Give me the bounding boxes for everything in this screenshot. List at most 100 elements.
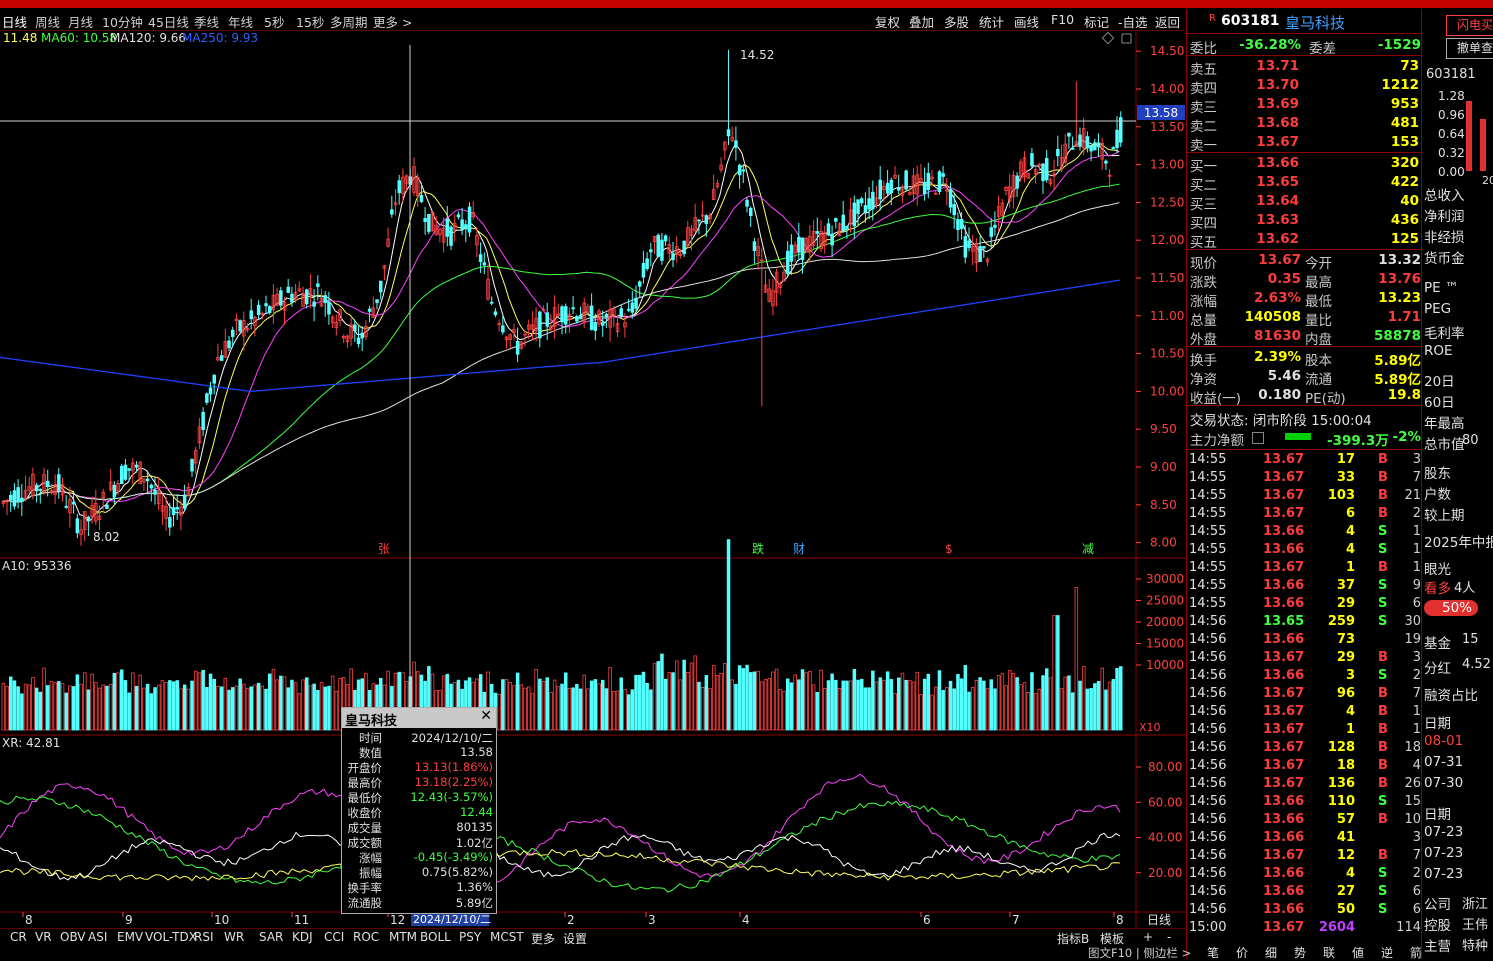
mark-button[interactable]: 标记 bbox=[1084, 12, 1109, 31]
stats-button[interactable]: 统计 bbox=[979, 12, 1004, 31]
bid-row: 买二 13.65 422 bbox=[1190, 173, 1421, 194]
indicator-control[interactable]: 指标B bbox=[1057, 930, 1089, 947]
order-pr: 13.62 bbox=[1256, 231, 1299, 247]
candle-body bbox=[482, 262, 487, 266]
tick-d: S bbox=[1378, 668, 1388, 683]
info-item: 毛利率 bbox=[1424, 326, 1465, 342]
event-tag[interactable]: 减 bbox=[1082, 542, 1094, 556]
volume-bar bbox=[882, 680, 886, 731]
indicator-tab[interactable]: SAR bbox=[259, 930, 283, 944]
event-tag[interactable]: 张 bbox=[378, 542, 390, 556]
event-tag[interactable]: 财 bbox=[793, 542, 805, 556]
stock-name[interactable]: 皇马科技 bbox=[1285, 12, 1345, 33]
draw-button[interactable]: 画线 bbox=[1014, 12, 1039, 31]
info-value: 4.52 bbox=[1462, 657, 1491, 672]
volume-bar bbox=[301, 679, 305, 731]
candle-body bbox=[545, 312, 550, 327]
tick-v: 33 bbox=[1336, 470, 1355, 485]
indicator-tab[interactable]: EMV bbox=[117, 930, 143, 944]
indicator-tab[interactable]: CCI bbox=[324, 930, 344, 944]
order-lb: 买三 bbox=[1190, 197, 1217, 213]
indicator-tab[interactable]: 更多 bbox=[531, 930, 555, 947]
indicator-tab[interactable]: OBV bbox=[60, 930, 86, 944]
stat-v2: 5.89亿 bbox=[1374, 353, 1421, 369]
high-annotation: 14.52 bbox=[740, 48, 774, 62]
volume-bar bbox=[697, 681, 701, 731]
indicator-tab[interactable]: CR bbox=[10, 930, 27, 944]
tick-n: 2 bbox=[1412, 668, 1421, 683]
multi-stock-button[interactable]: 多股 bbox=[944, 12, 969, 31]
volume-bar bbox=[634, 674, 638, 731]
info-item: 07-31 bbox=[1424, 754, 1464, 770]
price-tick-label: 12.50 bbox=[1150, 195, 1184, 209]
tick-d: S bbox=[1378, 902, 1388, 917]
volume-bar bbox=[512, 685, 516, 731]
indicator-tab[interactable]: VR bbox=[35, 930, 52, 944]
osc-tick-label: 40.00 bbox=[1148, 831, 1182, 845]
tick-t: 14:56 bbox=[1189, 866, 1227, 881]
date-tick-label: 6 bbox=[923, 913, 931, 927]
candle-body bbox=[1041, 163, 1045, 182]
indicator-tab[interactable]: ASI bbox=[88, 930, 107, 944]
indicator-control[interactable]: - bbox=[1167, 930, 1171, 944]
order-lb: 卖一 bbox=[1190, 138, 1217, 154]
volume-bar bbox=[1026, 692, 1031, 731]
volume-unit: X10 bbox=[1139, 721, 1161, 734]
volume-bar bbox=[316, 689, 320, 731]
close-icon[interactable]: ✕ bbox=[480, 708, 492, 724]
volume-bar bbox=[948, 680, 953, 731]
indicator-tab[interactable]: MTM bbox=[389, 930, 417, 944]
indicator-tab[interactable]: KDJ bbox=[292, 930, 313, 944]
volume-bar bbox=[523, 687, 527, 731]
info-item: 50% bbox=[1424, 600, 1479, 616]
indicator-tab[interactable]: VOL-TDX bbox=[145, 930, 197, 944]
volume-bar bbox=[601, 679, 605, 731]
volume-bar bbox=[756, 670, 760, 731]
indicator-tab[interactable]: BOLL bbox=[420, 930, 451, 944]
indicator-tab[interactable]: PSY bbox=[459, 930, 481, 944]
tick-t: 14:56 bbox=[1189, 794, 1227, 809]
flow-bar bbox=[1285, 433, 1311, 440]
mini-axis-label: 0.32 bbox=[1438, 146, 1465, 160]
watchlist-button[interactable]: -自选 bbox=[1118, 12, 1148, 31]
indicator-control[interactable]: + bbox=[1143, 930, 1153, 944]
date-tick-label: 10 bbox=[214, 913, 229, 927]
settings-icon[interactable] bbox=[1252, 432, 1264, 444]
tick-n: 1 bbox=[1412, 524, 1421, 539]
tick-d: S bbox=[1378, 596, 1388, 611]
volume-bar bbox=[1107, 681, 1112, 731]
candle-body bbox=[227, 340, 231, 349]
volume-bar bbox=[534, 668, 538, 731]
tick-d: B bbox=[1378, 560, 1388, 575]
volume-bar bbox=[1011, 672, 1016, 731]
overlay-button[interactable]: 叠加 bbox=[909, 12, 934, 31]
volume-bar bbox=[793, 674, 797, 731]
back-button[interactable]: 返回 bbox=[1155, 12, 1180, 31]
f10-button[interactable]: F10 bbox=[1051, 12, 1074, 27]
flash-buy-button[interactable]: 闪电买 bbox=[1446, 15, 1493, 36]
candle-body bbox=[249, 310, 253, 320]
volume-bar bbox=[260, 685, 265, 731]
volume-bar bbox=[230, 687, 235, 731]
event-tag[interactable]: 跌 bbox=[752, 541, 764, 556]
event-tag[interactable]: $ bbox=[945, 542, 953, 556]
candle-body bbox=[589, 305, 594, 330]
stat-l1: 现价 bbox=[1190, 256, 1217, 272]
indicator-tab[interactable]: WR bbox=[224, 930, 244, 944]
indicator-tab[interactable]: MCST bbox=[490, 930, 524, 944]
volume-bar bbox=[501, 679, 505, 731]
candle-body bbox=[826, 223, 831, 236]
order-pr: 13.71 bbox=[1256, 58, 1299, 74]
indicator-tab[interactable]: RSI bbox=[194, 930, 214, 944]
fuquan-button[interactable]: 复权 bbox=[875, 12, 900, 31]
indicator-tab[interactable]: 设置 bbox=[563, 930, 587, 947]
volume-bar bbox=[112, 673, 117, 731]
stat-v2: 1.71 bbox=[1387, 309, 1421, 325]
cancel-query-button[interactable]: 撤单查 bbox=[1446, 38, 1493, 59]
kline-chart[interactable]: 14.50 14.00 13.50 13.00 12.50 12.00 11.50 11.00… bbox=[0, 30, 1186, 928]
tick-v: 4 bbox=[1345, 524, 1355, 539]
tick-v: 96 bbox=[1336, 686, 1355, 701]
volume-bar bbox=[641, 671, 646, 731]
tooltip-row: 收盘价 12.44 bbox=[342, 805, 496, 820]
indicator-tab[interactable]: ROC bbox=[353, 930, 379, 944]
